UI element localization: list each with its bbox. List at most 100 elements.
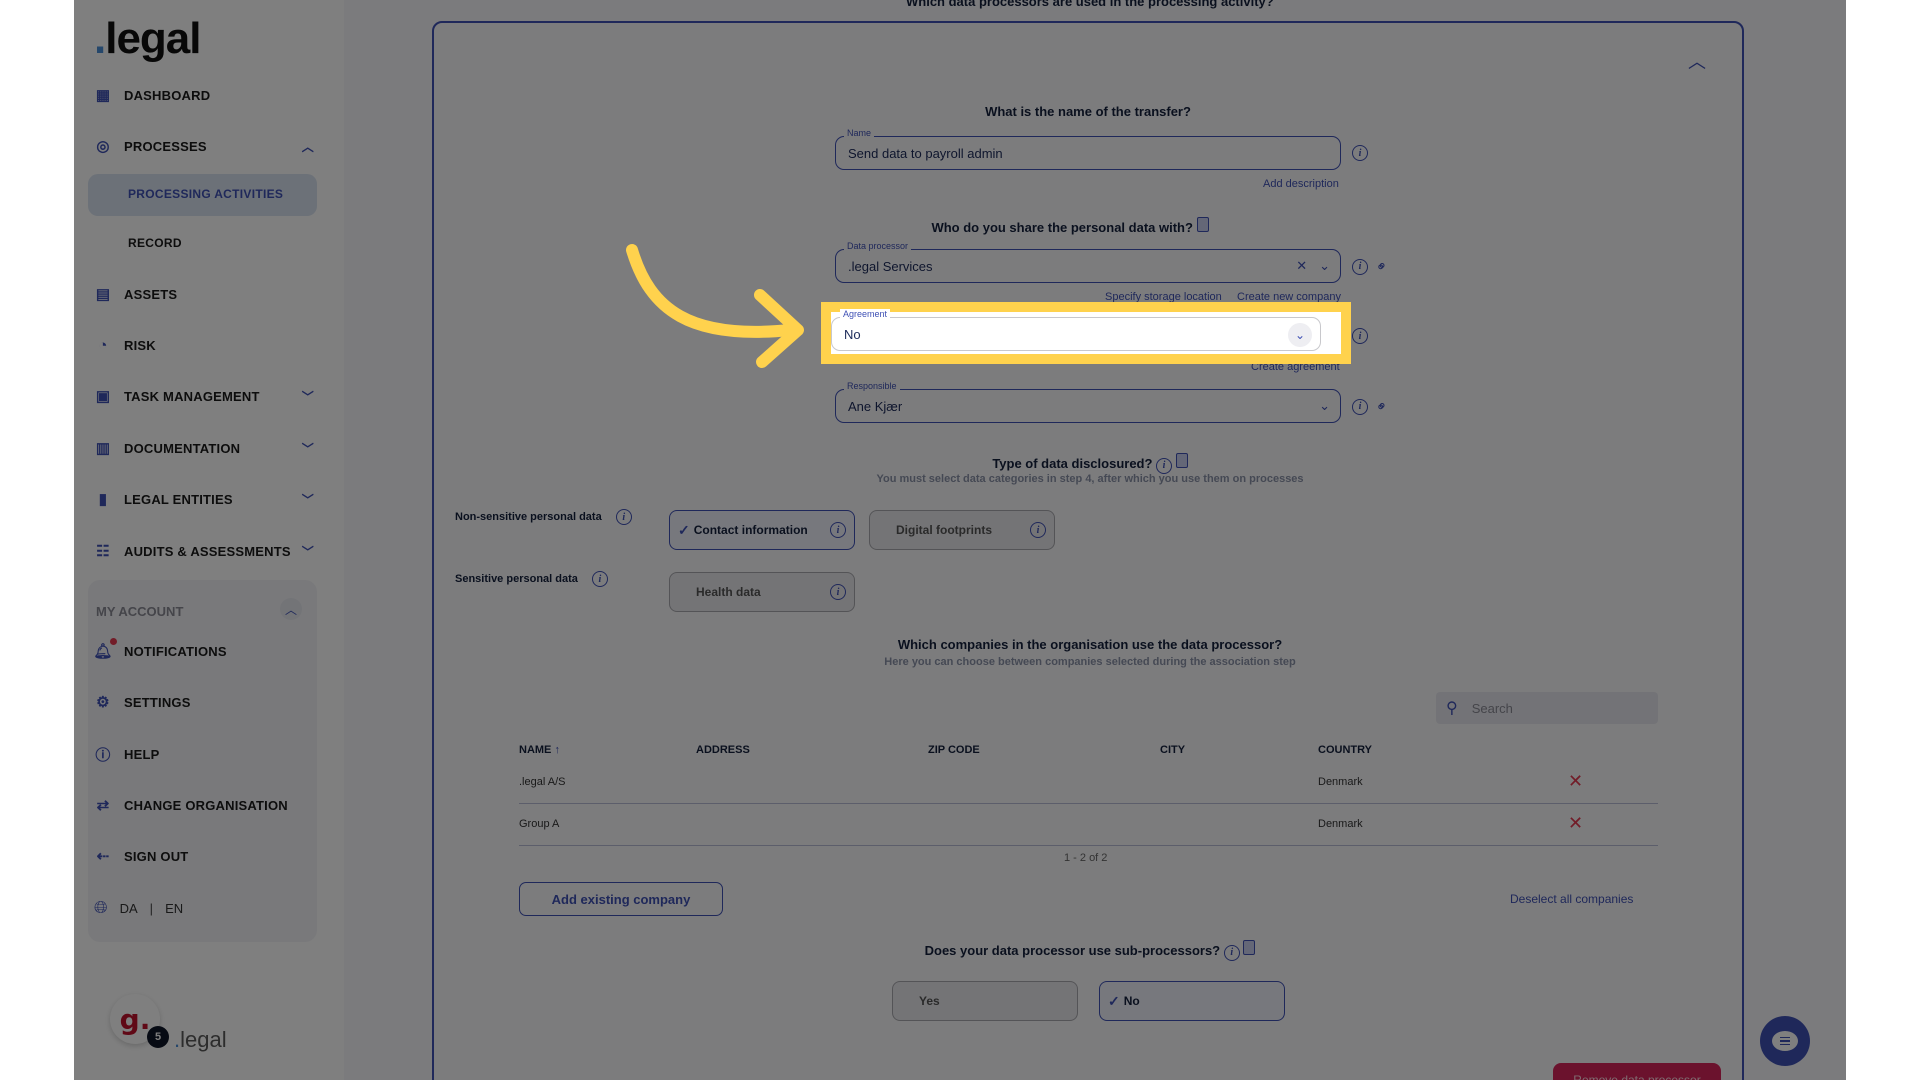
clipboard-icon[interactable] <box>1243 940 1256 955</box>
sidebar-item-processes[interactable]: ◎ PROCESSES ︿ <box>94 131 314 161</box>
column-header-country[interactable]: COUNTRY <box>1318 744 1372 756</box>
chat-support-button[interactable] <box>1760 1016 1810 1066</box>
non-sensitive-label: Non-sensitive personal data i <box>455 509 632 525</box>
agreement-highlight: Agreement No ⌄ <box>821 302 1351 364</box>
help-icon: ⓘ <box>95 746 111 764</box>
chevron-down-icon: ﹀ <box>301 441 314 456</box>
column-header-city[interactable]: CITY <box>1160 744 1185 756</box>
chat-icon <box>1772 1031 1798 1051</box>
sidebar-item-notifications[interactable]: 🔔︎ NOTIFICATIONS <box>93 636 314 666</box>
globe-icon: 🌐︎ <box>94 898 108 917</box>
lang-en[interactable]: EN <box>165 901 183 916</box>
add-description-link[interactable]: Add description <box>1263 178 1339 190</box>
info-icon[interactable]: i <box>1352 258 1368 275</box>
info-icon[interactable]: i <box>1223 944 1240 961</box>
column-header-zip[interactable]: ZIP CODE <box>928 744 980 756</box>
sidebar-subitem-label: PROCESSING ACTIVITIES <box>128 187 284 201</box>
sign-out-icon: ⇠ <box>96 848 110 865</box>
clear-icon[interactable]: ✕ <box>1296 258 1307 274</box>
deselect-all-companies-link[interactable]: Deselect all companies <box>1510 892 1633 906</box>
chip-digital-footprints[interactable]: Digital footprints i <box>869 510 1055 550</box>
callout-arrow-icon <box>626 244 804 368</box>
chip-contact-information[interactable]: ✓ Contact information i <box>669 510 855 550</box>
clipboard-icon[interactable] <box>1175 453 1188 468</box>
subprocessors-yes-option[interactable]: Yes <box>892 981 1078 1021</box>
page-margin-right <box>1846 0 1920 1080</box>
chevron-down-icon: ﹀ <box>301 389 314 404</box>
chevron-down-icon: ﹀ <box>301 544 314 559</box>
chip-health-data[interactable]: Health data i <box>669 572 855 612</box>
calendar-edit-icon: ▣ <box>95 388 111 405</box>
info-icon[interactable]: i <box>1156 457 1173 474</box>
chevron-up-icon: ︿ <box>301 139 314 154</box>
remove-data-processor-button[interactable]: Remove data processor <box>1553 1063 1721 1080</box>
info-icon[interactable]: i <box>1352 145 1368 161</box>
info-icon[interactable]: i <box>1352 328 1368 344</box>
info-icon[interactable]: i <box>591 571 608 587</box>
row-divider <box>519 803 1658 804</box>
company-search-input[interactable]: ⚲ Search <box>1436 692 1658 724</box>
organisation-count-badge: 5 <box>147 1026 169 1048</box>
sidebar-item-audits-assessments[interactable]: ☷ AUDITS & ASSESSMENTS ﹀ <box>94 536 314 566</box>
sidebar-item-assets[interactable]: ▤ ASSETS <box>94 279 314 309</box>
search-icon: ⚲ <box>1446 700 1458 717</box>
sidebar-item-task-management[interactable]: ▣ TASK MANAGEMENT ﹀ <box>94 381 314 411</box>
info-icon[interactable]: i <box>1030 522 1046 538</box>
chevron-down-icon[interactable]: ⌄ <box>1288 323 1312 347</box>
table-pagination: 1 - 2 of 2 <box>1064 852 1108 864</box>
sidebar-item-settings[interactable]: ⚙ SETTINGS <box>94 687 314 717</box>
column-header-name[interactable]: NAME ↑ <box>519 744 560 756</box>
info-icon[interactable]: i <box>1352 398 1368 415</box>
remove-company-icon[interactable]: ✕ <box>1568 813 1583 834</box>
dashboard-grid-icon: ▦ <box>95 87 111 104</box>
language-switcher: 🌐︎ DA | EN <box>94 898 184 917</box>
sidebar-subitem-record[interactable]: RECORD <box>128 236 182 250</box>
data-type-question: Type of data disclosured? i <box>960 453 1220 474</box>
processes-icon: ◎ <box>96 138 110 155</box>
share-question: Who do you share the personal data with? <box>900 217 1240 235</box>
data-type-hint: You must select data categories in step … <box>876 473 1304 485</box>
gauge-icon: ◔ <box>98 336 108 354</box>
collapse-card-button[interactable]: ︿ <box>1688 48 1706 74</box>
account-collapse-button[interactable]: ︿ <box>280 598 302 620</box>
info-icon[interactable]: i <box>830 584 846 600</box>
buildings-icon: ▮ <box>98 491 108 508</box>
assets-icon: ▤ <box>95 286 111 303</box>
gear-icon: ⚙ <box>96 694 110 711</box>
organisation-logo: .legal <box>174 1027 227 1052</box>
info-icon[interactable]: i <box>830 522 846 538</box>
info-icon[interactable]: i <box>615 509 632 525</box>
section-question: Which data processors are used in the pr… <box>906 0 1274 9</box>
lang-da[interactable]: DA <box>120 901 138 916</box>
sidebar-item-sign-out[interactable]: ⇠ SIGN OUT <box>94 841 314 871</box>
subprocessors-question: Does your data processor use sub-process… <box>880 940 1300 961</box>
row-divider <box>519 845 1658 846</box>
sidebar-item-dashboard[interactable]: ▦ DASHBOARD <box>94 80 314 110</box>
sidebar-item-documentation[interactable]: ▥ DOCUMENTATION ﹀ <box>94 433 314 463</box>
notification-dot <box>110 638 117 645</box>
check-icon: ✓ <box>1108 992 1120 1009</box>
document-upload-icon: ▥ <box>95 440 111 457</box>
add-existing-company-button[interactable]: Add existing company <box>519 882 723 916</box>
app-logo[interactable]: .legal <box>94 14 202 64</box>
account-title: MY ACCOUNT <box>96 604 184 619</box>
sidebar-item-help[interactable]: ⓘ HELP <box>94 739 314 769</box>
clipboard-icon[interactable] <box>1196 217 1209 232</box>
chevron-down-icon: ﹀ <box>301 492 314 507</box>
data-processor-card <box>432 21 1744 1080</box>
chevron-down-icon[interactable]: ⌄ <box>1319 258 1330 274</box>
responsible-select[interactable]: Responsible Ane Kjær ⌄ <box>835 381 1341 423</box>
transfer-name-field[interactable]: Name Send data to payroll admin <box>835 128 1341 170</box>
agreement-select[interactable]: Agreement No ⌄ <box>831 309 1321 351</box>
column-header-address[interactable]: ADDRESS <box>696 744 750 756</box>
sidebar-item-risk[interactable]: ◔ RISK <box>94 330 314 360</box>
sidebar-item-legal-entities[interactable]: ▮ LEGAL ENTITIES ﹀ <box>94 484 314 514</box>
checklist-icon: ☷ <box>96 543 110 560</box>
transfer-question: What is the name of the transfer? <box>985 104 1191 119</box>
sort-ascending-icon: ↑ <box>554 744 560 756</box>
chevron-down-icon[interactable]: ⌄ <box>1319 398 1330 414</box>
sidebar-item-change-organisation[interactable]: ⇄ CHANGE ORGANISATION <box>94 790 314 820</box>
subprocessors-no-option[interactable]: ✓ No <box>1099 981 1285 1021</box>
remove-company-icon[interactable]: ✕ <box>1568 771 1583 792</box>
data-processor-select[interactable]: Data processor .legal Services ✕ ⌄ <box>835 241 1341 283</box>
